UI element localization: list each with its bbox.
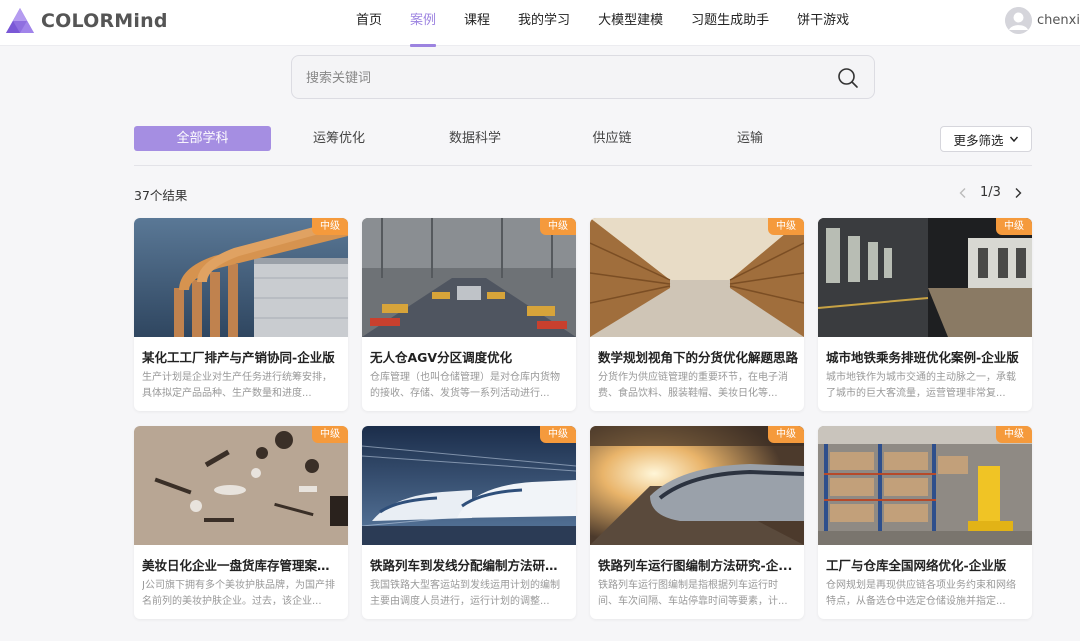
case-card[interactable]: 中级 城市地铁乘务排班优化案例-企业版 城市地铁作为城市交通的主动脉之一，承载了… [818,218,1032,411]
case-thumbnail [134,218,348,337]
case-card[interactable]: 中级 数学规划视角下的分货优化解题思路 分货作为供应链管理的重要环节，在电子消费… [590,218,804,411]
filter-transport[interactable]: 运输 [722,126,778,151]
case-description: 城市地铁作为城市交通的主动脉之一，承载了城市的巨大客流量，运营管理非常复... [826,372,1016,399]
user-menu[interactable]: chenxin [1005,7,1080,34]
case-title: 铁路列车到发线分配编制方法研究... [370,558,570,573]
subject-filters: 全部学科 运筹优化 数据科学 供应链 运输 更多筛选 [134,126,1032,166]
level-badge: 中级 [540,426,576,443]
nav-cookie-game[interactable]: 饼干游戏 [783,0,863,46]
case-card[interactable]: 中级 无人仓AGV分区调度优化 仓库管理（也叫仓储管理）是对仓库内货物的接收、存… [362,218,576,411]
case-description: 我国铁路大型客运站到发线运用计划的编制主要由调度人员进行，运行计划的调整... [370,580,560,607]
level-badge: 中级 [768,426,804,443]
case-card[interactable]: 中级 工厂与仓库全国网络优化-企业版 仓网规划是再现供应链各项业务约束和网络特点… [818,426,1032,619]
case-thumbnail [818,426,1032,545]
case-card[interactable]: 中级 美妆日化企业一盘货库存管理案例... J公司旗下拥有多个美妆护肤品牌，为国… [134,426,348,619]
case-title: 无人仓AGV分区调度优化 [370,350,513,365]
nav-courses[interactable]: 课程 [450,0,504,46]
case-title: 美妆日化企业一盘货库存管理案例... [142,558,342,573]
case-thumbnail [590,218,804,337]
nav-cases[interactable]: 案例 [396,0,450,47]
filter-operations-optimization[interactable]: 运筹优化 [297,126,381,151]
level-badge: 中级 [312,426,348,443]
case-thumbnail [362,426,576,545]
nav-my-learning[interactable]: 我的学习 [504,0,584,46]
case-title: 铁路列车运行图编制方法研究-企... [598,558,793,573]
filter-data-science[interactable]: 数据科学 [433,126,517,151]
chevron-down-icon [1009,136,1018,143]
case-thumbnail [134,426,348,545]
level-badge: 中级 [768,218,804,235]
case-card[interactable]: 中级 铁路列车到发线分配编制方法研究... 我国铁路大型客运站到发线运用计划的编… [362,426,576,619]
chevron-left-icon[interactable] [956,186,970,200]
search-icon[interactable] [836,66,860,90]
nav-exercise-assistant[interactable]: 习题生成助手 [677,0,783,46]
chevron-right-icon[interactable] [1011,186,1025,200]
case-description: 分货作为供应链管理的重要环节，在电子消费、食品饮料、服装鞋帽、美妆日化等... [598,372,788,399]
logo[interactable]: COLORMind [4,6,168,36]
case-description: 仓网规划是再现供应链各项业务约束和网络特点，从备选仓中选定仓储设施并指定... [826,580,1016,607]
more-filters-label: 更多筛选 [953,132,1004,148]
logo-text: COLORMind [41,10,168,32]
case-description: 仓库管理（也叫仓储管理）是对仓库内货物的接收、存储、发货等一系列活动进行... [370,372,560,399]
case-thumbnail [590,426,804,545]
top-header: COLORMind 首页 案例 课程 我的学习 大模型建模 习题生成助手 饼干游… [0,0,1080,47]
nav-llm-modeling[interactable]: 大模型建模 [584,0,677,46]
case-thumbnail [362,218,576,337]
more-filters-button[interactable]: 更多筛选 [940,126,1032,152]
filter-supply-chain[interactable]: 供应链 [574,126,650,151]
result-count: 37个结果 [134,188,188,203]
level-badge: 中级 [996,218,1032,235]
filter-all-subjects[interactable]: 全部学科 [134,126,271,151]
avatar[interactable] [1005,7,1032,34]
case-card[interactable]: 中级 铁路列车运行图编制方法研究-企... 铁路列车运行图编制是指根据列车运行时… [590,426,804,619]
case-description: 铁路列车运行图编制是指根据列车运行时间、车次间隔、车站停靠时间等要素，计... [598,580,788,607]
case-title: 城市地铁乘务排班优化案例-企业版 [826,350,1019,365]
pagination: 1/3 [956,185,1025,200]
case-thumbnail [818,218,1032,337]
level-badge: 中级 [312,218,348,235]
logo-icon [6,8,34,33]
nav-home[interactable]: 首页 [342,0,396,46]
case-card[interactable]: 中级 某化工工厂排产与产销协同-企业版 生产计划是企业对生产任务进行统筹安排，具… [134,218,348,411]
search-bar [291,55,875,99]
case-title: 数学规划视角下的分货优化解题思路 [598,350,798,365]
user-icon [1005,7,1032,34]
level-badge: 中级 [996,426,1032,443]
main-nav: 首页 案例 课程 我的学习 大模型建模 习题生成助手 饼干游戏 [342,0,863,47]
search-input[interactable] [306,67,806,89]
page-indicator: 1/3 [980,185,1001,200]
level-badge: 中级 [540,218,576,235]
case-description: 生产计划是企业对生产任务进行统筹安排，具体拟定产品品种、生产数量和进度... [142,372,332,399]
case-description: J公司旗下拥有多个美妆护肤品牌，为国产排名前列的美妆护肤企业。过去，该企业... [142,580,335,607]
case-title: 某化工工厂排产与产销协同-企业版 [142,350,335,365]
username: chenxin [1037,13,1080,28]
case-title: 工厂与仓库全国网络优化-企业版 [826,558,1007,573]
